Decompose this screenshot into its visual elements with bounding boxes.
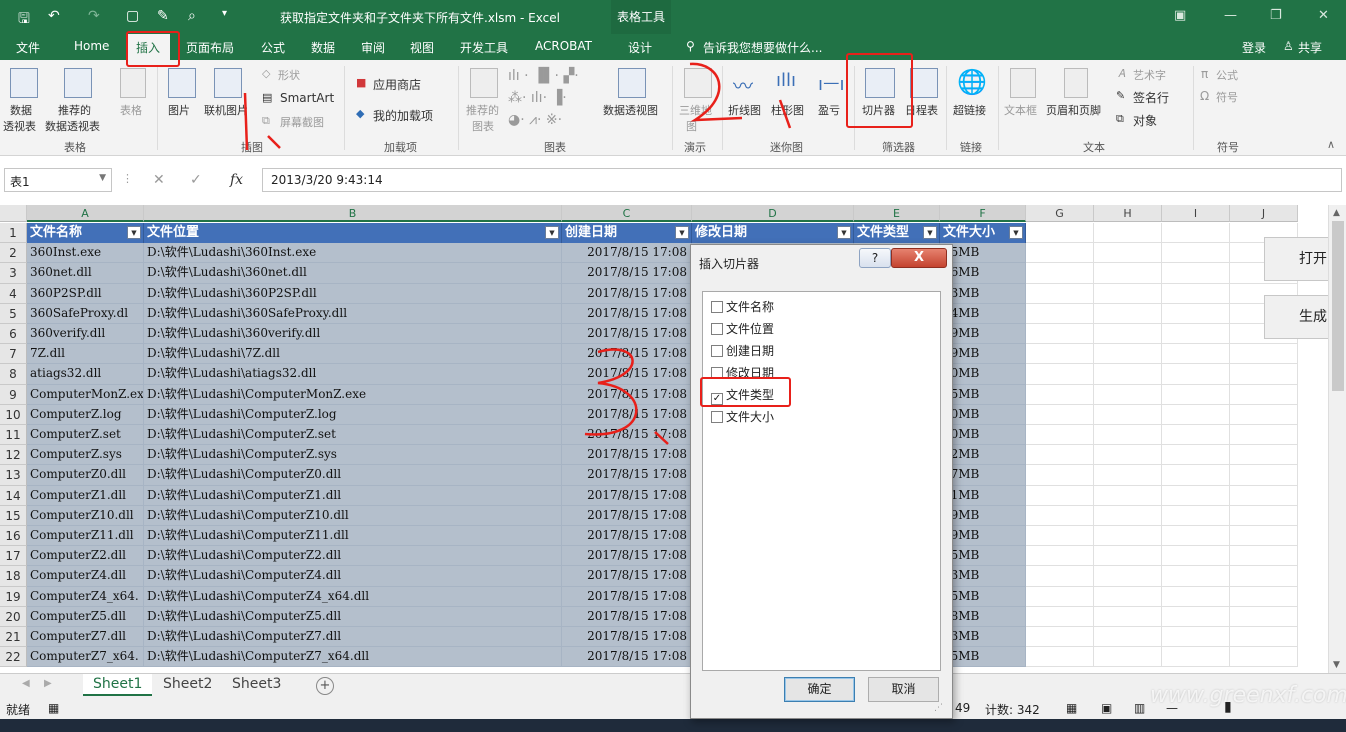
- annotation-mark-2: [689, 62, 743, 122]
- annotation-mark-1: [243, 92, 281, 151]
- annotation-mark-4: [584, 348, 638, 436]
- annotation-mark-3: [778, 99, 792, 129]
- watermark: www.greenxf.com: [1150, 683, 1346, 708]
- annotation-strokes: [243, 62, 792, 445]
- annotation-mark-5: [654, 431, 669, 445]
